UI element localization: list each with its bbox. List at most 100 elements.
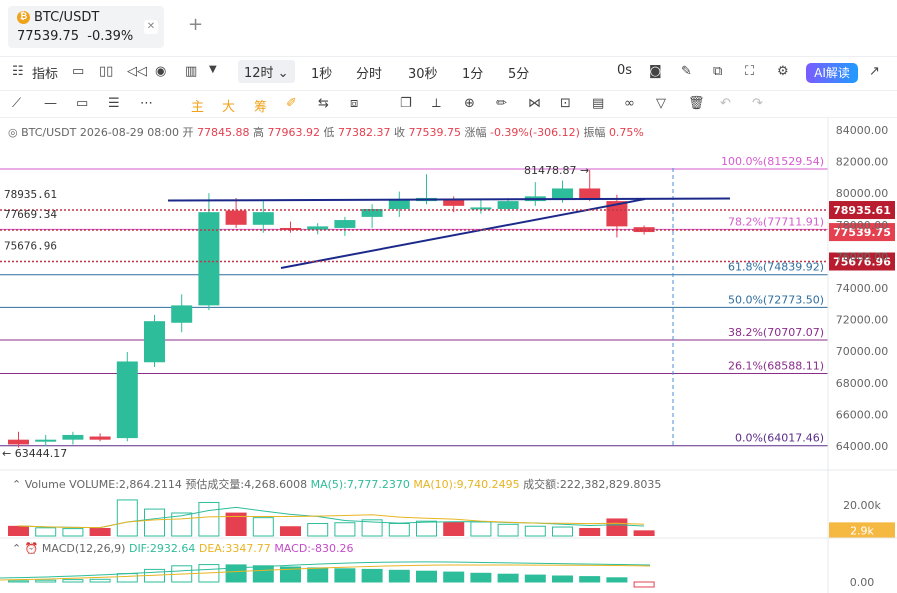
candle-body bbox=[307, 226, 329, 230]
candle-body bbox=[35, 439, 57, 442]
candle-body bbox=[388, 199, 410, 209]
macd-bar bbox=[388, 569, 410, 583]
price-tick-label: 72000.00 bbox=[836, 314, 889, 327]
volume-axis-label: 20.00k bbox=[843, 499, 881, 512]
fib-label: 0.0%(64017.46) bbox=[735, 432, 824, 445]
candle-body bbox=[579, 188, 601, 200]
macd-bar bbox=[116, 573, 138, 583]
volume-ma5-line bbox=[18, 506, 645, 529]
macd-bar bbox=[443, 571, 465, 583]
macd-bar bbox=[307, 567, 329, 583]
volume-bar bbox=[633, 530, 655, 536]
price-line-label: 75676.96 bbox=[4, 240, 57, 253]
low-marker: ← 63444.17 bbox=[2, 447, 67, 460]
volume-bar bbox=[497, 523, 519, 537]
volume-bar bbox=[280, 526, 301, 536]
macd-bar bbox=[89, 578, 111, 583]
fib-label: 100.0%(81529.54) bbox=[721, 155, 824, 168]
trend-line-top bbox=[167, 197, 731, 202]
macd-dea: DEA:3347.77 bbox=[198, 542, 271, 555]
fib-label: 26.1%(68588.11) bbox=[728, 360, 824, 373]
volume-bar bbox=[470, 521, 492, 537]
price-tick-label: 78000.00 bbox=[836, 219, 889, 232]
volume-ma10-line bbox=[18, 514, 645, 529]
candle-body bbox=[198, 212, 220, 306]
volume-bar bbox=[8, 525, 29, 536]
macd-bar bbox=[62, 579, 84, 583]
collapse-icon[interactable]: ⌃ bbox=[12, 542, 21, 555]
chart-canvas[interactable]: 100.0%(81529.54) 78.2%(77711.91) 61.8%(748… bbox=[0, 0, 897, 593]
price-tick-label: 82000.00 bbox=[836, 156, 889, 169]
macd-bar bbox=[8, 580, 29, 583]
volume-bar bbox=[416, 520, 437, 537]
volume-bar bbox=[524, 525, 546, 537]
volume-bar bbox=[552, 526, 573, 537]
candle-body bbox=[552, 188, 573, 200]
macd-bar bbox=[497, 573, 519, 583]
volume-ma10: MA(10):9,740.2495 bbox=[413, 478, 520, 491]
candle-body bbox=[116, 361, 138, 439]
fib-label: 61.8%(74839.92) bbox=[728, 261, 824, 274]
price-line-label: 78935.61 bbox=[4, 188, 57, 201]
volume-bar bbox=[334, 522, 356, 537]
volume-bar bbox=[388, 523, 410, 537]
volume-ma5: MA(5):7,777.2370 bbox=[310, 478, 410, 491]
volume-info: ⌃ Volume VOLUME:2,864.2114 预估成交量:4,268.6… bbox=[12, 476, 661, 492]
price-tick-label: 68000.00 bbox=[836, 377, 889, 390]
candle-body bbox=[225, 210, 247, 225]
price-tick-label: 84000.00 bbox=[836, 124, 889, 137]
volume-bar bbox=[116, 499, 138, 537]
macd-value: MACD:-830.26 bbox=[274, 542, 354, 555]
collapse-icon[interactable]: ⌃ bbox=[12, 478, 21, 491]
macd-bar bbox=[334, 568, 356, 583]
volume-title: Volume bbox=[24, 478, 66, 491]
alarm-icon[interactable]: ⏰ bbox=[25, 542, 39, 555]
macd-bar bbox=[579, 576, 601, 583]
macd-bar bbox=[252, 565, 274, 583]
price-line-label: 77669.34 bbox=[4, 208, 57, 221]
macd-bar bbox=[524, 574, 546, 583]
price-tick-label: 76000.00 bbox=[836, 250, 889, 263]
macd-axis-label: 0.00 bbox=[850, 576, 875, 589]
volume-estimate: 预估成交量:4,268.6008 bbox=[185, 478, 308, 491]
macd-dif: DIF:2932.64 bbox=[128, 542, 196, 555]
candle-body bbox=[171, 305, 193, 323]
macd-bar bbox=[35, 579, 57, 583]
fib-label: 50.0%(72773.50) bbox=[728, 293, 824, 306]
candle-body bbox=[89, 436, 111, 440]
macd-bar bbox=[470, 572, 492, 583]
macd-info: ⌃ ⏰ MACD(12,26,9) DIF:2932.64 DEA:3347.7… bbox=[12, 542, 353, 555]
candle-body bbox=[252, 212, 274, 225]
fib-label: 38.2%(70707.07) bbox=[728, 326, 824, 339]
volume-bar bbox=[35, 527, 57, 537]
price-tick-label: 74000.00 bbox=[836, 282, 889, 295]
candle-body bbox=[497, 201, 519, 209]
volume-bar bbox=[89, 528, 111, 536]
volume-turnover: 成交额:222,382,829.8035 bbox=[523, 478, 662, 491]
volume-bar bbox=[579, 528, 601, 536]
volume-bar bbox=[252, 517, 274, 537]
trend-line-rising bbox=[280, 198, 646, 269]
volume-bar bbox=[307, 523, 329, 537]
macd-bar bbox=[606, 577, 628, 583]
price-tick-label: 70000.00 bbox=[836, 345, 889, 358]
price-tag-label: 78935.61 bbox=[833, 204, 891, 217]
macd-bar bbox=[361, 568, 383, 583]
candle-body bbox=[8, 439, 29, 445]
candle-body bbox=[144, 321, 165, 363]
price-tick-label: 64000.00 bbox=[836, 440, 889, 453]
macd-bar bbox=[633, 581, 655, 588]
volume-value: VOLUME:2,864.2114 bbox=[69, 478, 182, 491]
high-marker: 81478.87 → bbox=[524, 164, 589, 177]
candle-body bbox=[62, 434, 84, 440]
volume-bar bbox=[144, 508, 165, 537]
volume-bar bbox=[62, 528, 84, 537]
volume-bar bbox=[198, 501, 220, 537]
volume-bar bbox=[606, 518, 628, 536]
volume-tag-label: 2.9k bbox=[850, 524, 874, 537]
price-tick-label: 66000.00 bbox=[836, 408, 889, 421]
fib-label: 78.2%(77711.91) bbox=[728, 215, 824, 228]
macd-bar bbox=[416, 570, 437, 583]
macd-bar bbox=[552, 575, 573, 583]
macd-title: MACD(12,26,9) bbox=[41, 542, 126, 555]
